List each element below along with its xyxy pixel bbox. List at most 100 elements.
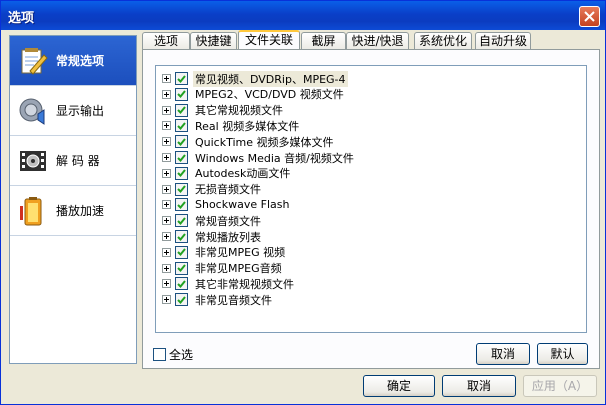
tree-row[interactable]: 非常见音频文件 [162, 292, 274, 307]
sidebar-item-label: 常规选项 [56, 54, 105, 68]
row-checkbox[interactable] [175, 135, 188, 149]
expand-icon[interactable] [162, 105, 171, 115]
tree-row[interactable]: 常规播放列表 [162, 229, 263, 244]
row-checkbox[interactable] [175, 245, 188, 259]
row-checkbox[interactable] [175, 230, 188, 243]
tab-system-optimize[interactable]: 系统优化 [414, 32, 472, 49]
tree-row[interactable]: MPEG2、VCD/DVD 视频文件 [162, 87, 346, 102]
sidebar-empty-area [9, 261, 137, 364]
checkmark-icon [177, 169, 186, 178]
row-checkbox[interactable] [175, 214, 188, 228]
checkmark-icon [177, 248, 186, 257]
checkmark-icon [177, 296, 186, 304]
checkmark-icon [177, 153, 186, 162]
row-label: 非常见音频文件 [195, 293, 272, 307]
checkmark-icon [177, 106, 186, 115]
sidebar-item-general[interactable]: 常规选项 [10, 36, 136, 86]
tree-row[interactable]: 非常见MPEG音频 [162, 261, 284, 276]
sidebar-item-decoder[interactable]: 解 码 器 [10, 136, 136, 186]
tab-shortcuts[interactable]: 快捷键 [190, 32, 237, 49]
sidebar-item-label: 显示输出 [56, 104, 105, 118]
default-button[interactable]: 默认 [537, 343, 588, 365]
row-label: Real 视频多媒体文件 [195, 119, 300, 133]
row-checkbox[interactable] [175, 151, 188, 164]
checkmark-icon [177, 280, 186, 288]
row-checkbox[interactable] [175, 119, 188, 133]
tree-row[interactable]: 常规音频文件 [162, 213, 263, 228]
close-icon [584, 11, 595, 22]
tab-file-association[interactable]: 文件关联 [238, 30, 300, 50]
tree-row[interactable]: Real 视频多媒体文件 [162, 118, 301, 133]
row-label: Autodesk动画文件 [195, 167, 291, 181]
options-dialog: 选项 常规选项 显示输出 解 码 器 播放加速 选项 快捷键 文件关联 截屏 快… [0, 0, 606, 405]
select-all-checkbox[interactable]: 全选 [153, 346, 193, 363]
battery-icon [16, 194, 50, 228]
file-type-tree[interactable]: 常见视频、DVDRip、MPEG-4 MPEG2、VCD/DVD 视频文件 其它常规… [155, 65, 587, 333]
tree-row[interactable]: Autodesk动画文件 [162, 166, 292, 181]
expand-icon[interactable] [162, 216, 171, 226]
expand-icon[interactable] [162, 295, 171, 305]
row-label: 常规音频文件 [195, 214, 261, 228]
expand-icon[interactable] [162, 279, 171, 289]
film-gear-icon [16, 144, 50, 178]
expand-icon[interactable] [162, 89, 171, 99]
checkbox-box[interactable] [153, 348, 166, 361]
row-label: QuickTime 视频多媒体文件 [195, 135, 334, 149]
tab-screenshot[interactable]: 截屏 [301, 32, 346, 49]
close-button[interactable] [579, 6, 600, 27]
row-label: 常见视频、DVDRip、MPEG-4 [193, 70, 348, 87]
tab-options[interactable]: 选项 [142, 32, 190, 49]
row-checkbox[interactable] [175, 182, 188, 196]
select-all-label: 全选 [169, 348, 194, 362]
tree-row[interactable]: 常见视频、DVDRip、MPEG-4 [162, 70, 348, 87]
expand-icon[interactable] [162, 153, 171, 162]
sidebar-item-acceleration[interactable]: 播放加速 [10, 186, 136, 236]
panel-cancel-button[interactable]: 取消 [476, 343, 530, 365]
tree-row[interactable]: Shockwave Flash [162, 197, 291, 212]
row-label: 无损音频文件 [195, 183, 261, 197]
window-title: 选项 [8, 11, 35, 26]
checkmark-icon [177, 185, 186, 194]
checkmark-icon [177, 74, 186, 83]
expand-icon[interactable] [162, 121, 171, 131]
title-bar[interactable]: 选项 [1, 1, 605, 30]
row-checkbox[interactable] [175, 261, 188, 275]
tree-row[interactable]: 无损音频文件 [162, 182, 263, 197]
row-checkbox[interactable] [175, 166, 188, 180]
checkmark-icon [177, 138, 186, 146]
row-checkbox[interactable] [175, 293, 188, 307]
row-checkbox[interactable] [175, 87, 188, 101]
expand-icon[interactable] [162, 184, 171, 194]
tree-row[interactable]: Windows Media 音频/视频文件 [162, 150, 356, 165]
expand-icon[interactable] [162, 247, 171, 257]
expand-icon[interactable] [162, 200, 171, 210]
row-checkbox[interactable] [175, 198, 188, 212]
sidebar-item-label: 播放加速 [56, 204, 105, 218]
ok-button[interactable]: 确定 [363, 375, 435, 397]
sidebar-item-display[interactable]: 显示输出 [10, 86, 136, 136]
expand-icon[interactable] [162, 137, 171, 147]
tree-row[interactable]: QuickTime 视频多媒体文件 [162, 134, 336, 149]
tree-row[interactable]: 其它非常规视频文件 [162, 276, 296, 291]
row-label: 常规播放列表 [195, 230, 261, 244]
tab-seek[interactable]: 快进/快退 [346, 32, 409, 49]
row-checkbox[interactable] [175, 72, 188, 85]
tree-row[interactable]: 其它常规视频文件 [162, 103, 285, 118]
row-checkbox[interactable] [175, 277, 188, 291]
row-label: 非常见MPEG 视频 [195, 246, 286, 260]
expand-icon[interactable] [162, 232, 171, 241]
cancel-button[interactable]: 取消 [442, 375, 516, 397]
sidebar: 常规选项 显示输出 解 码 器 播放加速 [9, 35, 137, 263]
expand-icon[interactable] [162, 74, 171, 83]
tab-auto-update[interactable]: 自动升级 [475, 32, 531, 49]
expand-icon[interactable] [162, 263, 171, 273]
row-label: 非常见MPEG音频 [195, 262, 282, 276]
expand-icon[interactable] [162, 168, 171, 178]
apply-button[interactable]: 应用（A） [523, 375, 597, 397]
checkmark-icon [177, 90, 186, 99]
checkmark-icon [177, 122, 186, 130]
row-label: 其它非常规视频文件 [195, 277, 294, 291]
tree-row[interactable]: 非常见MPEG 视频 [162, 245, 287, 260]
row-checkbox[interactable] [175, 103, 188, 117]
display-speaker-icon [16, 94, 50, 128]
